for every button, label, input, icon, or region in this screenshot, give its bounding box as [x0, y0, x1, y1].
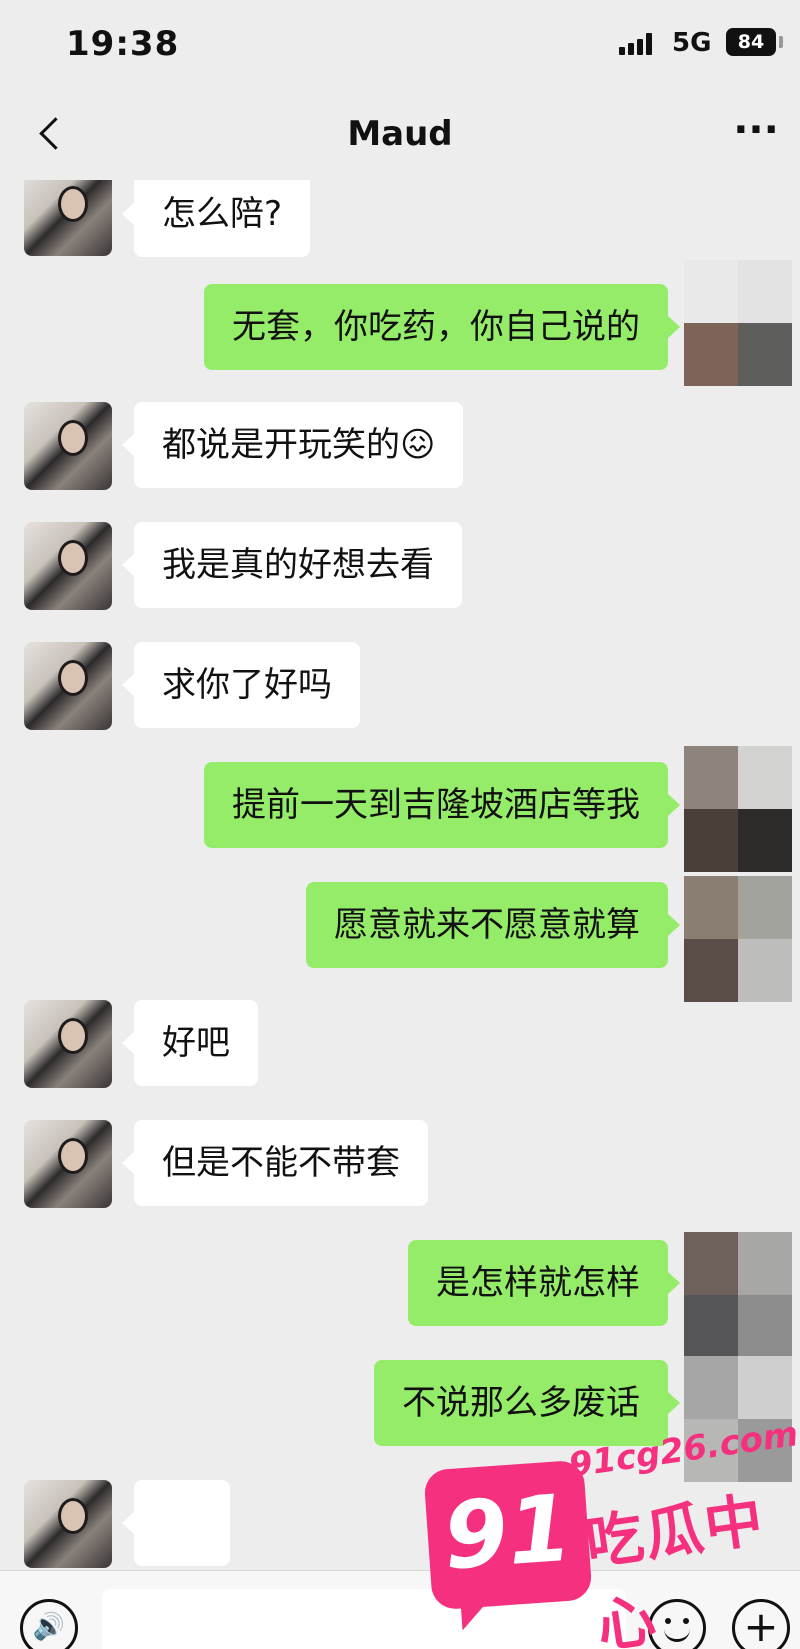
network-type: 5G [672, 28, 712, 58]
emoji-icon[interactable] [648, 1599, 706, 1649]
outgoing-message[interactable]: 提前一天到吉隆坡酒店等我 [204, 762, 680, 848]
my-avatar[interactable] [684, 876, 792, 1002]
incoming-message[interactable]: 都说是开玩笑的😖 [121, 402, 464, 488]
contact-avatar[interactable] [24, 1000, 112, 1088]
my-avatar[interactable] [684, 260, 792, 386]
battery-nub [779, 36, 783, 48]
my-avatar[interactable] [684, 1232, 792, 1358]
input-bar: 🔊 + [0, 1570, 800, 1649]
incoming-message[interactable]: 好吧 [122, 1000, 258, 1086]
chat-title[interactable]: Maud [250, 114, 550, 154]
contact-avatar[interactable] [24, 522, 112, 610]
contact-avatar[interactable] [24, 180, 112, 256]
contact-avatar[interactable] [24, 1120, 112, 1208]
outgoing-message[interactable]: 是怎样就怎样 [408, 1240, 680, 1326]
voice-icon[interactable]: 🔊 [20, 1599, 78, 1649]
incoming-message-partial[interactable] [122, 1480, 230, 1566]
contact-avatar[interactable] [24, 402, 112, 490]
incoming-message[interactable]: 我是真的好想去看 [122, 522, 462, 608]
incoming-message[interactable]: 但是不能不带套 [122, 1120, 428, 1206]
outgoing-message[interactable]: 愿意就来不愿意就算 [306, 882, 680, 968]
message-input[interactable] [102, 1589, 626, 1649]
incoming-message[interactable]: 求你了好吗 [122, 642, 360, 728]
more-options-icon[interactable]: ··· [726, 108, 786, 160]
my-avatar[interactable] [684, 1356, 792, 1482]
outgoing-message[interactable]: 不说那么多废话 [374, 1360, 680, 1446]
outgoing-message[interactable]: 无套，你吃药，你自己说的 [204, 284, 680, 370]
status-time: 19:38 [66, 24, 180, 64]
signal-strength-icon [619, 31, 659, 55]
plus-icon[interactable]: + [732, 1599, 790, 1649]
incoming-message[interactable]: 怎么陪? [121, 180, 311, 257]
battery-icon: 84 [726, 28, 776, 56]
contact-avatar[interactable] [24, 1480, 112, 1568]
chat-header: Maud ··· [0, 88, 800, 180]
contact-avatar[interactable] [24, 642, 112, 730]
status-bar: 19:38 5G 84 [0, 0, 800, 88]
message-list[interactable]: 怎么陪? 无套，你吃药，你自己说的 都说是开玩笑的😖 我是真的好想去看 求你了好… [0, 180, 800, 1570]
my-avatar[interactable] [684, 746, 792, 872]
back-icon[interactable] [26, 104, 86, 164]
